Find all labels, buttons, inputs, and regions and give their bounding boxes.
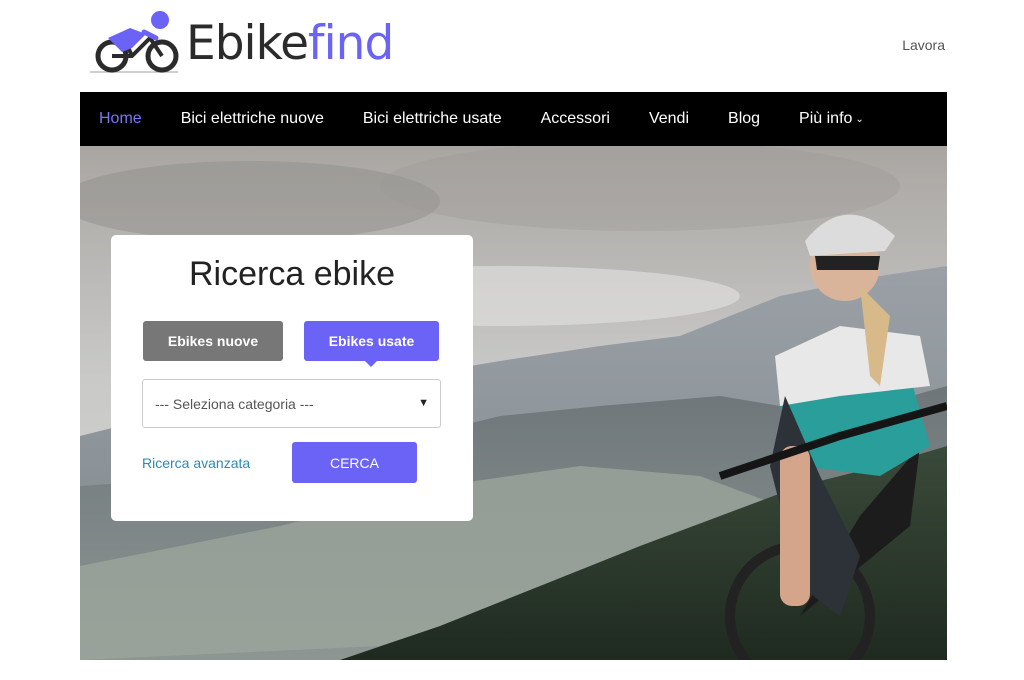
nav-item-blog[interactable]: Blog — [728, 110, 760, 128]
nav-item-piu-info-label: Più info — [799, 110, 853, 127]
tab-ebikes-usate[interactable]: Ebikes usate — [304, 321, 439, 367]
site-header: Ebikefind Lavora — [0, 0, 1024, 92]
logo-text-accent: find — [308, 15, 394, 71]
nav-item-piu-info[interactable]: Più info ⌄ — [799, 110, 864, 128]
logo-wordmark: Ebikefind — [186, 20, 394, 67]
cyclist-logo-icon — [90, 11, 179, 73]
logo-text-dark: Ebike — [186, 15, 309, 71]
search-title: Ricerca ebike — [189, 255, 395, 293]
triangle-down-icon: ▼ — [418, 397, 429, 409]
nav-item-home[interactable]: Home — [99, 110, 142, 128]
search-button[interactable]: CERCA — [292, 442, 417, 483]
tab-ebikes-nuove[interactable]: Ebikes nuove — [143, 321, 283, 361]
main-nav: Home Bici elettriche nuove Bici elettric… — [80, 92, 947, 146]
nav-item-bici-elettriche-nuove[interactable]: Bici elettriche nuove — [181, 110, 324, 128]
advanced-search-link[interactable]: Ricerca avanzata — [142, 455, 250, 471]
nav-item-vendi[interactable]: Vendi — [649, 110, 689, 128]
category-select[interactable]: --- Seleziona categoria --- ▼ — [142, 379, 441, 428]
chevron-down-icon: ⌄ — [855, 114, 864, 125]
nav-item-accessori[interactable]: Accessori — [541, 110, 610, 128]
search-card: Ricerca ebike Ebikes nuove Ebikes usate … — [111, 235, 473, 521]
category-select-value: --- Seleziona categoria --- — [155, 395, 314, 412]
site-logo[interactable]: Ebikefind — [88, 6, 394, 76]
lavora-link[interactable]: Lavora — [902, 37, 945, 53]
nav-item-bici-elettriche-usate[interactable]: Bici elettriche usate — [363, 110, 502, 128]
page: Ebikefind Lavora Home Bici elettriche nu… — [0, 0, 1024, 680]
